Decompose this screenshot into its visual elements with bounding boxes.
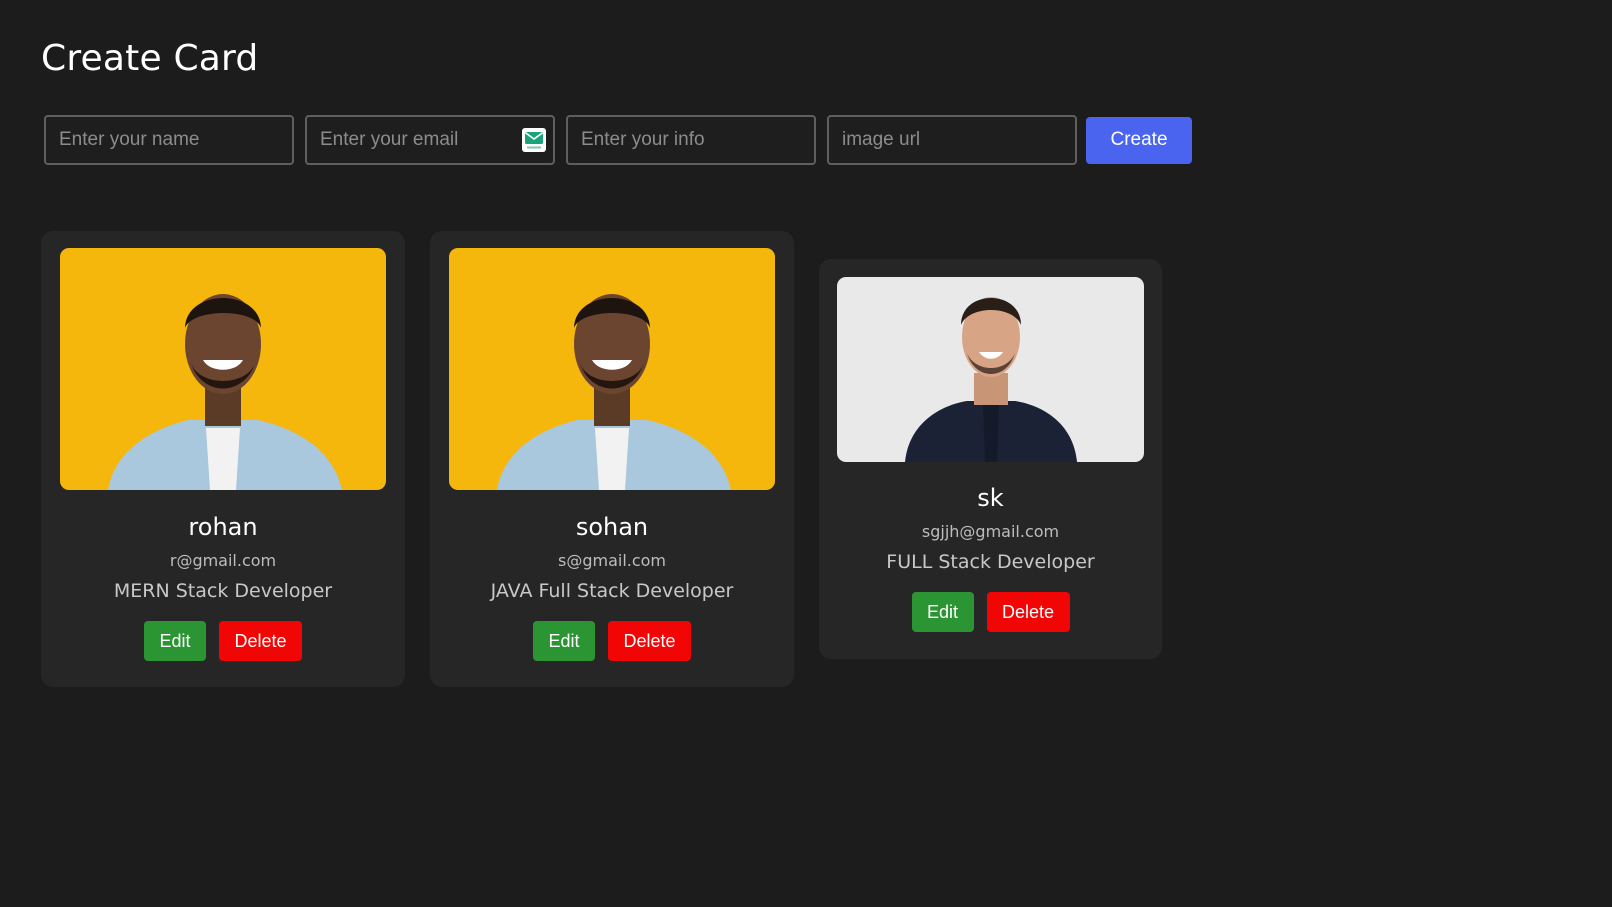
email-field-wrapper <box>305 115 555 165</box>
card-info: JAVA Full Stack Developer <box>490 580 734 602</box>
image-url-input[interactable] <box>829 117 1075 163</box>
user-card: sohan s@gmail.com JAVA Full Stack Develo… <box>430 231 794 687</box>
create-card-form: Create <box>44 115 1192 165</box>
card-actions: Edit Delete <box>819 592 1162 632</box>
edit-button[interactable]: Edit <box>533 621 595 661</box>
card-name: sohan <box>575 513 649 541</box>
edit-button[interactable]: Edit <box>911 592 974 632</box>
card-email: r@gmail.com <box>169 551 277 570</box>
card-info: FULL Stack Developer <box>886 551 1095 573</box>
info-field-wrapper <box>566 115 816 165</box>
card-name: rohan <box>188 513 258 541</box>
card-name: sk <box>977 484 1004 512</box>
name-field-wrapper <box>44 115 294 165</box>
profile-photo <box>60 248 386 490</box>
card-details: sk sgjjh@gmail.com FULL Stack Developer … <box>819 484 1162 632</box>
delete-button[interactable]: Delete <box>608 621 691 661</box>
page-title: Create Card <box>41 38 259 79</box>
name-input[interactable] <box>46 117 292 163</box>
card-actions: Edit Delete <box>41 621 405 661</box>
edit-button[interactable]: Edit <box>144 621 206 661</box>
delete-button[interactable]: Delete <box>219 621 302 661</box>
image-url-field-wrapper <box>827 115 1077 165</box>
page: Create Card Create <box>0 0 1612 907</box>
email-input[interactable] <box>307 117 553 163</box>
card-email: sgjjh@gmail.com <box>921 522 1060 541</box>
info-input[interactable] <box>568 117 814 163</box>
card-details: rohan r@gmail.com MERN Stack Developer E… <box>41 513 405 661</box>
delete-button[interactable]: Delete <box>986 592 1070 632</box>
card-actions: Edit Delete <box>430 621 794 661</box>
mail-icon[interactable] <box>522 128 546 152</box>
profile-photo <box>837 277 1144 462</box>
profile-photo <box>449 248 775 490</box>
user-card: sk sgjjh@gmail.com FULL Stack Developer … <box>819 259 1162 659</box>
create-button[interactable]: Create <box>1086 116 1192 164</box>
user-card: rohan r@gmail.com MERN Stack Developer E… <box>41 231 405 687</box>
card-info: MERN Stack Developer <box>113 580 333 602</box>
card-email: s@gmail.com <box>557 551 667 570</box>
card-details: sohan s@gmail.com JAVA Full Stack Develo… <box>430 513 794 661</box>
